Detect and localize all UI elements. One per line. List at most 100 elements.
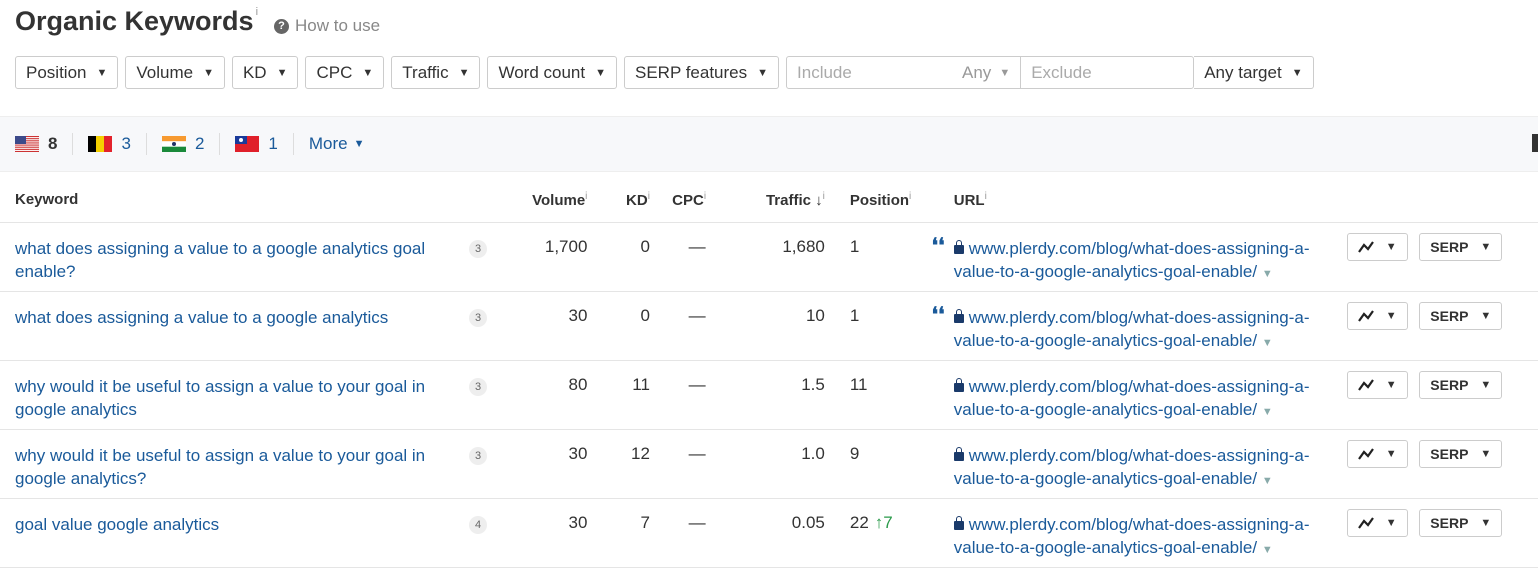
caret-down-icon[interactable]: ▼	[1262, 475, 1273, 487]
serp-button[interactable]: SERP ▼	[1419, 508, 1503, 537]
country-be[interactable]: 3	[88, 133, 147, 155]
kd-value: 12	[587, 429, 650, 499]
keyword-link[interactable]: goal value google analytics	[15, 513, 445, 536]
trend-chart-button[interactable]: ▼	[1346, 508, 1408, 537]
info-icon: i	[647, 190, 650, 202]
url-link[interactable]: www.plerdy.com/blog/what-does-assigning-…	[954, 377, 1310, 419]
exclude-input[interactable]: Exclude	[1021, 57, 1193, 88]
filter-word-count-button[interactable]: Word count ▼	[487, 56, 617, 89]
cpc-value: —	[649, 222, 729, 292]
filter-cpc-button[interactable]: CPC ▼	[305, 56, 385, 89]
caret-down-icon[interactable]: ▼	[1262, 268, 1273, 280]
trend-chart-button[interactable]: ▼	[1346, 439, 1408, 468]
caret-down-icon: ▼	[1480, 378, 1492, 391]
col-label: URL	[953, 191, 985, 209]
serp-button[interactable]: SERP ▼	[1419, 301, 1503, 330]
filter-traffic-button[interactable]: Traffic ▼	[391, 56, 481, 89]
filter-label: CPC	[316, 62, 353, 82]
caret-down-icon[interactable]: ▼	[1262, 337, 1273, 349]
include-input[interactable]: Include	[787, 57, 962, 88]
table-row: what does assigning a value to a google …	[0, 291, 1538, 361]
filter-kd-button[interactable]: KD ▼	[231, 56, 299, 89]
snippet-cell: ❛❛	[922, 222, 954, 292]
col-url[interactable]: URLi	[953, 178, 1347, 223]
trend-chart-icon	[1357, 240, 1374, 253]
how-to-use-link[interactable]: ? How to use	[274, 16, 380, 36]
keywords-table: Keyword Volumei KDi CPCi Traffic ↓i Posi…	[0, 178, 1538, 568]
keyword-link[interactable]: what does assigning a value to a google …	[15, 306, 445, 329]
traffic-value: 0.05	[728, 498, 825, 568]
col-cpc[interactable]: CPCi	[649, 178, 729, 223]
serp-label: SERP	[1430, 376, 1469, 393]
serp-count-badge[interactable]: 3	[469, 377, 488, 396]
table-row: why would it be useful to assign a value…	[0, 429, 1538, 499]
col-traffic[interactable]: Traffic ↓i	[728, 178, 825, 223]
keyword-link[interactable]: what does assigning a value to a google …	[15, 237, 445, 283]
country-count: 8	[48, 134, 58, 153]
more-label: More	[308, 134, 348, 153]
serp-count-badge[interactable]: 3	[469, 308, 488, 327]
country-us[interactable]: 8	[15, 133, 74, 155]
position-value: 1	[849, 236, 860, 256]
position-cell: 11	[824, 360, 923, 430]
serp-button[interactable]: SERP ▼	[1419, 370, 1503, 399]
filter-serp-features-button[interactable]: SERP features ▼	[623, 56, 780, 89]
kd-value: 0	[587, 222, 650, 292]
info-icon: i	[585, 190, 588, 202]
url-link[interactable]: www.plerdy.com/blog/what-does-assigning-…	[954, 515, 1310, 557]
include-mode-select[interactable]: Any ▼	[962, 57, 1022, 88]
country-count: 1	[268, 134, 278, 153]
trend-chart-button[interactable]: ▼	[1346, 232, 1408, 261]
url-link[interactable]: www.plerdy.com/blog/what-does-assigning-…	[954, 446, 1310, 488]
filter-label: Traffic	[402, 62, 449, 82]
col-label: Position	[849, 191, 910, 209]
col-label: KD	[626, 191, 648, 209]
caret-down-icon[interactable]: ▼	[1262, 544, 1273, 556]
col-kd[interactable]: KDi	[587, 178, 650, 223]
serp-count-badge[interactable]: 3	[469, 239, 488, 258]
position-value: 11	[849, 374, 868, 394]
filter-position-button[interactable]: Position ▼	[15, 56, 119, 89]
more-countries-button[interactable]: More ▼	[309, 134, 365, 154]
trend-chart-button[interactable]: ▼	[1346, 301, 1408, 330]
position-cell: 22 ↑7	[824, 498, 923, 568]
flag-be-icon	[88, 136, 113, 152]
title-text: Organic Keywords	[15, 6, 254, 36]
trend-chart-button[interactable]: ▼	[1346, 370, 1408, 399]
col-keyword[interactable]: Keyword	[0, 178, 470, 223]
serp-button[interactable]: SERP ▼	[1419, 232, 1503, 261]
col-label: Traffic	[765, 191, 811, 209]
keyword-link[interactable]: why would it be useful to assign a value…	[15, 375, 445, 421]
url-link[interactable]: www.plerdy.com/blog/what-does-assigning-…	[954, 308, 1310, 350]
col-end	[1518, 178, 1538, 223]
caret-down-icon: ▼	[458, 66, 470, 79]
cpc-value: —	[649, 429, 729, 499]
info-icon[interactable]: i	[256, 6, 258, 18]
snippet-cell	[922, 360, 954, 430]
country-tw[interactable]: 1	[235, 133, 294, 155]
col-volume[interactable]: Volumei	[517, 178, 588, 223]
target-select[interactable]: Any target ▼	[1194, 56, 1314, 89]
serp-label: SERP	[1430, 514, 1469, 531]
flag-us-icon	[15, 136, 39, 152]
position-value: 1	[849, 305, 860, 325]
filter-label: Volume	[136, 62, 194, 82]
filter-label: Word count	[498, 62, 586, 82]
caret-down-icon: ▼	[353, 138, 365, 150]
info-icon: i	[822, 190, 825, 202]
featured-snippet-icon: ❛❛	[931, 234, 945, 257]
serp-count-badge[interactable]: 3	[469, 446, 488, 465]
traffic-value: 10	[728, 291, 825, 361]
country-in[interactable]: 2	[161, 133, 221, 155]
caret-down-icon: ▼	[276, 66, 288, 79]
serp-button[interactable]: SERP ▼	[1419, 439, 1503, 468]
export-icon[interactable]	[1532, 134, 1538, 152]
keyword-link[interactable]: why would it be useful to assign a value…	[15, 444, 445, 490]
caret-down-icon: ▼	[362, 66, 374, 79]
col-position[interactable]: Position i	[824, 178, 923, 223]
filter-volume-button[interactable]: Volume ▼	[125, 56, 225, 89]
url-link[interactable]: www.plerdy.com/blog/what-does-assigning-…	[954, 239, 1310, 281]
info-icon: i	[703, 190, 707, 202]
serp-count-badge[interactable]: 4	[469, 515, 488, 534]
caret-down-icon[interactable]: ▼	[1262, 406, 1273, 418]
